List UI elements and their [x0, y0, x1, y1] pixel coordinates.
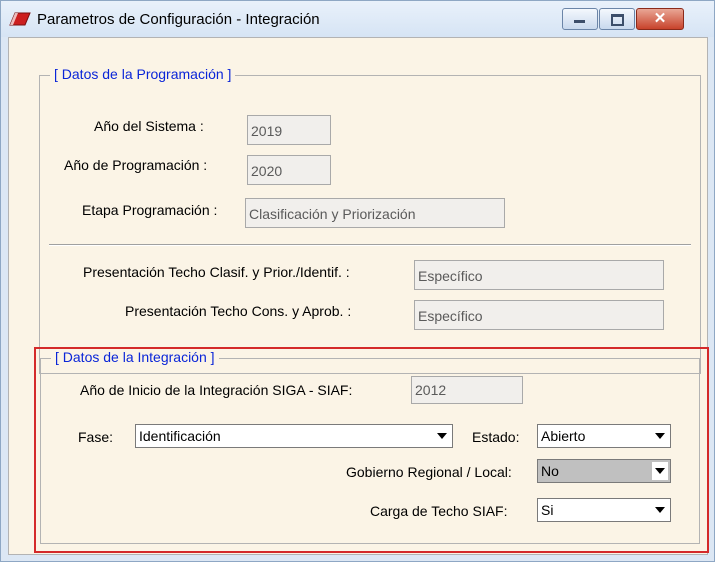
estado-select[interactable]: Abierto [537, 424, 671, 448]
techo-cons-label: Presentación Techo Cons. y Aprob. : [125, 303, 352, 319]
anio-inicio-field[interactable]: 2012 [411, 376, 523, 404]
title-bar[interactable]: Parametros de Configuración - Integració… [1, 1, 714, 37]
anio-programacion-field[interactable]: 2020 [247, 155, 331, 185]
close-icon: ✕ [653, 10, 667, 27]
fase-label: Fase: [78, 429, 114, 445]
gobierno-label: Gobierno Regional / Local: [346, 464, 512, 480]
window-content: [ Datos de la Programación ] Año del Sis… [8, 37, 709, 555]
maximize-button[interactable] [599, 8, 635, 30]
group-separator [49, 244, 691, 246]
close-button[interactable]: ✕ [636, 8, 684, 30]
techo-cons-field[interactable]: Específico [414, 300, 664, 330]
minimize-button[interactable] [562, 8, 598, 30]
carga-value: Si [541, 502, 554, 518]
estado-label: Estado: [472, 429, 520, 445]
carga-dropdown-arrow-icon[interactable] [652, 501, 668, 519]
etapa-label: Etapa Programación : [82, 202, 218, 218]
techo-clasif-label: Presentación Techo Clasif. y Prior./Iden… [83, 264, 350, 280]
techo-clasif-field[interactable]: Específico [414, 260, 664, 290]
eraser-icon [9, 12, 31, 26]
anio-sistema-field[interactable]: 2019 [247, 115, 331, 145]
fase-dropdown-arrow-icon[interactable] [434, 427, 450, 445]
etapa-field[interactable]: Clasificación y Priorización [245, 198, 505, 228]
estado-value: Abierto [541, 428, 586, 444]
anio-inicio-label: Año de Inicio de la Integración SIGA - S… [80, 382, 353, 398]
minimize-icon [574, 20, 585, 23]
fase-value: Identificación [139, 428, 221, 444]
anio-sistema-label: Año del Sistema : [94, 118, 204, 134]
programacion-legend: [ Datos de la Programación ] [50, 66, 236, 82]
anio-programacion-label: Año de Programación : [64, 157, 208, 173]
estado-dropdown-arrow-icon[interactable] [652, 427, 668, 445]
gobierno-dropdown-arrow-icon[interactable] [652, 462, 668, 480]
integracion-legend: [ Datos de la Integración ] [51, 349, 219, 365]
maximize-icon [611, 14, 624, 26]
config-window: Parametros de Configuración - Integració… [0, 0, 715, 562]
gobierno-value: No [541, 463, 559, 479]
fase-select[interactable]: Identificación [135, 424, 453, 448]
gobierno-select[interactable]: No [537, 459, 671, 483]
carga-label: Carga de Techo SIAF: [370, 503, 508, 519]
window-title: Parametros de Configuración - Integració… [37, 11, 320, 28]
carga-select[interactable]: Si [537, 498, 671, 522]
